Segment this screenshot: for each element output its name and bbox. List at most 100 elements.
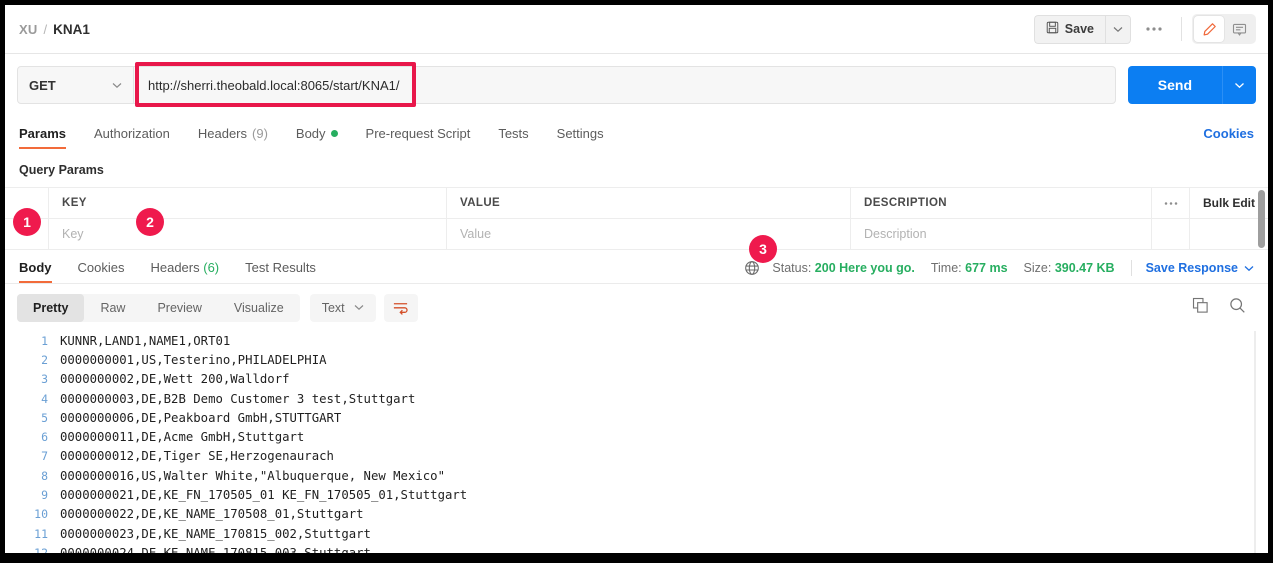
- code-line: 12 0000000024,DE,KE_NAME_170815_003,Stutt…: [5, 543, 1268, 553]
- response-tab-body[interactable]: Body: [19, 260, 52, 283]
- copy-icon: [1192, 297, 1208, 313]
- response-body-content[interactable]: 1 KUNNR,LAND1,NAME1,ORT01 2 0000000001,US,…: [5, 331, 1268, 553]
- save-response-label: Save Response: [1145, 261, 1238, 275]
- body-scrollbar-track[interactable]: [1254, 331, 1256, 553]
- params-scrollbar-thumb[interactable]: [1258, 190, 1265, 248]
- tab-body[interactable]: Body: [296, 126, 338, 149]
- chevron-down-icon: [1244, 265, 1254, 271]
- save-button-group: Save: [1033, 14, 1131, 44]
- line-text: 0000000016,US,Walter White,"Albuquerque,…: [60, 468, 445, 483]
- word-wrap-button[interactable]: [383, 293, 418, 322]
- header-divider: [1181, 17, 1182, 41]
- param-key-input[interactable]: Key: [49, 219, 447, 249]
- response-tab-bar: Body Cookies Headers (6) Test Results St…: [5, 250, 1268, 284]
- comment-button[interactable]: [1224, 16, 1254, 42]
- code-line: 10 0000000022,DE,KE_NAME_170508_01,Stuttg…: [5, 505, 1268, 524]
- code-line: 5 0000000006,DE,Peakboard GmbH,STUTTGART: [5, 408, 1268, 427]
- bulk-edit-button[interactable]: Bulk Edit: [1190, 188, 1268, 218]
- send-button[interactable]: Send: [1127, 66, 1222, 104]
- request-header-bar: XU / KNA1 Save: [5, 5, 1268, 54]
- search-button[interactable]: [1229, 297, 1246, 319]
- breadcrumb: XU / KNA1: [5, 22, 90, 37]
- response-tab-test-results[interactable]: Test Results: [245, 260, 316, 283]
- http-method-label: GET: [29, 77, 56, 93]
- line-text: 0000000003,DE,B2B Demo Customer 3 test,S…: [60, 391, 416, 406]
- response-size: Size: 390.47 KB: [1024, 261, 1115, 275]
- send-button-group: Send: [1127, 66, 1256, 104]
- pencil-icon: [1203, 22, 1216, 35]
- send-options-caret[interactable]: [1222, 66, 1256, 104]
- tab-headers[interactable]: Headers (9): [198, 126, 268, 149]
- tab-label: Test Results: [245, 260, 316, 275]
- time-value: 677 ms: [965, 261, 1008, 275]
- tab-count: (6): [203, 260, 220, 275]
- view-preview-button[interactable]: Preview: [141, 294, 217, 322]
- column-header-key: KEY: [49, 188, 447, 218]
- response-view-segmented-control: Pretty Raw Preview Visualize: [17, 293, 300, 322]
- breadcrumb-separator: /: [43, 21, 48, 37]
- chevron-down-icon: [354, 305, 364, 311]
- page-title: KNA1: [53, 21, 90, 37]
- url-input[interactable]: http://sherri.theobald.local:8065/start/…: [134, 66, 1116, 104]
- view-raw-button[interactable]: Raw: [84, 294, 141, 322]
- chevron-down-icon: [1113, 26, 1123, 32]
- comment-icon: [1232, 23, 1246, 36]
- status-value: 200 Here you go.: [814, 261, 915, 275]
- table-options-button[interactable]: [1152, 188, 1190, 218]
- view-pretty-button[interactable]: Pretty: [17, 293, 85, 322]
- query-params-title: Query Params: [19, 163, 104, 177]
- row-spacer: [1152, 219, 1190, 249]
- save-response-button[interactable]: Save Response: [1146, 261, 1254, 275]
- copy-button[interactable]: [1192, 297, 1209, 319]
- line-number: 9: [41, 488, 48, 503]
- body-present-dot-icon: [330, 130, 338, 137]
- response-tab-cookies[interactable]: Cookies: [78, 260, 125, 283]
- tab-label: Headers: [197, 126, 248, 141]
- edit-mode-button[interactable]: [1194, 16, 1224, 42]
- tab-settings[interactable]: Settings: [557, 126, 604, 149]
- row-spacer-2: [1190, 219, 1268, 249]
- status-code: Status: 200 Here you go.: [772, 261, 914, 275]
- tab-params[interactable]: Params: [19, 126, 66, 149]
- table-header-row: KEY VALUE DESCRIPTION Bulk Edit: [5, 188, 1268, 219]
- url-input-wrapper: http://sherri.theobald.local:8065/start/…: [134, 62, 1116, 107]
- view-visualize-button[interactable]: Visualize: [218, 294, 300, 322]
- line-text: 0000000001,US,Testerino,PHILADELPHIA: [60, 352, 327, 367]
- code-line: 3 0000000002,DE,Wett 200,Walldorf: [5, 370, 1268, 389]
- breadcrumb-collection[interactable]: XU: [19, 22, 37, 37]
- line-number: 8: [41, 468, 48, 483]
- param-value-input[interactable]: Value: [447, 219, 851, 249]
- tab-label: Pre-request Script: [365, 126, 471, 141]
- more-options-button[interactable]: [1137, 15, 1171, 44]
- param-description-input[interactable]: Description: [851, 219, 1152, 249]
- response-format-select[interactable]: Text: [309, 293, 376, 322]
- tab-pre-request-script[interactable]: Pre-request Script: [366, 126, 471, 149]
- size-label: Size:: [1023, 261, 1052, 275]
- code-line: 2 0000000001,US,Testerino,PHILADELPHIA: [5, 350, 1268, 369]
- line-number: 11: [34, 526, 48, 541]
- line-number: 12: [34, 545, 48, 553]
- line-number: 3: [41, 372, 48, 387]
- response-format-label: Text: [321, 300, 345, 315]
- annotation-badge-2: 2: [136, 208, 164, 236]
- time-label: Time:: [930, 261, 962, 275]
- tab-tests[interactable]: Tests: [498, 126, 528, 149]
- http-method-select[interactable]: GET: [17, 66, 134, 104]
- cookies-link[interactable]: Cookies: [1203, 126, 1254, 149]
- response-status-area: Status: 200 Here you go. Time: 677 ms Si…: [744, 260, 1254, 283]
- ellipsis-icon: [1164, 201, 1177, 205]
- postman-window: XU / KNA1 Save GET http://sherri.theobal…: [5, 5, 1268, 553]
- response-tab-headers[interactable]: Headers (6): [150, 260, 219, 283]
- tab-label: Authorization: [93, 126, 170, 141]
- code-line: 7 0000000012,DE,Tiger SE,Herzogenaurach: [5, 447, 1268, 466]
- line-text: 0000000011,DE,Acme GmbH,Stuttgart: [60, 430, 305, 445]
- tab-label: Body: [295, 126, 326, 141]
- save-button[interactable]: Save: [1033, 14, 1105, 44]
- code-line: 1 KUNNR,LAND1,NAME1,ORT01: [5, 331, 1268, 350]
- tab-authorization[interactable]: Authorization: [94, 126, 170, 149]
- line-text: 0000000023,DE,KE_NAME_170815_002,Stuttga…: [60, 526, 371, 541]
- tab-label: Headers: [150, 260, 200, 275]
- view-mode-toggle: [1192, 14, 1256, 44]
- status-label: Status:: [772, 261, 812, 275]
- save-options-caret[interactable]: [1105, 14, 1131, 44]
